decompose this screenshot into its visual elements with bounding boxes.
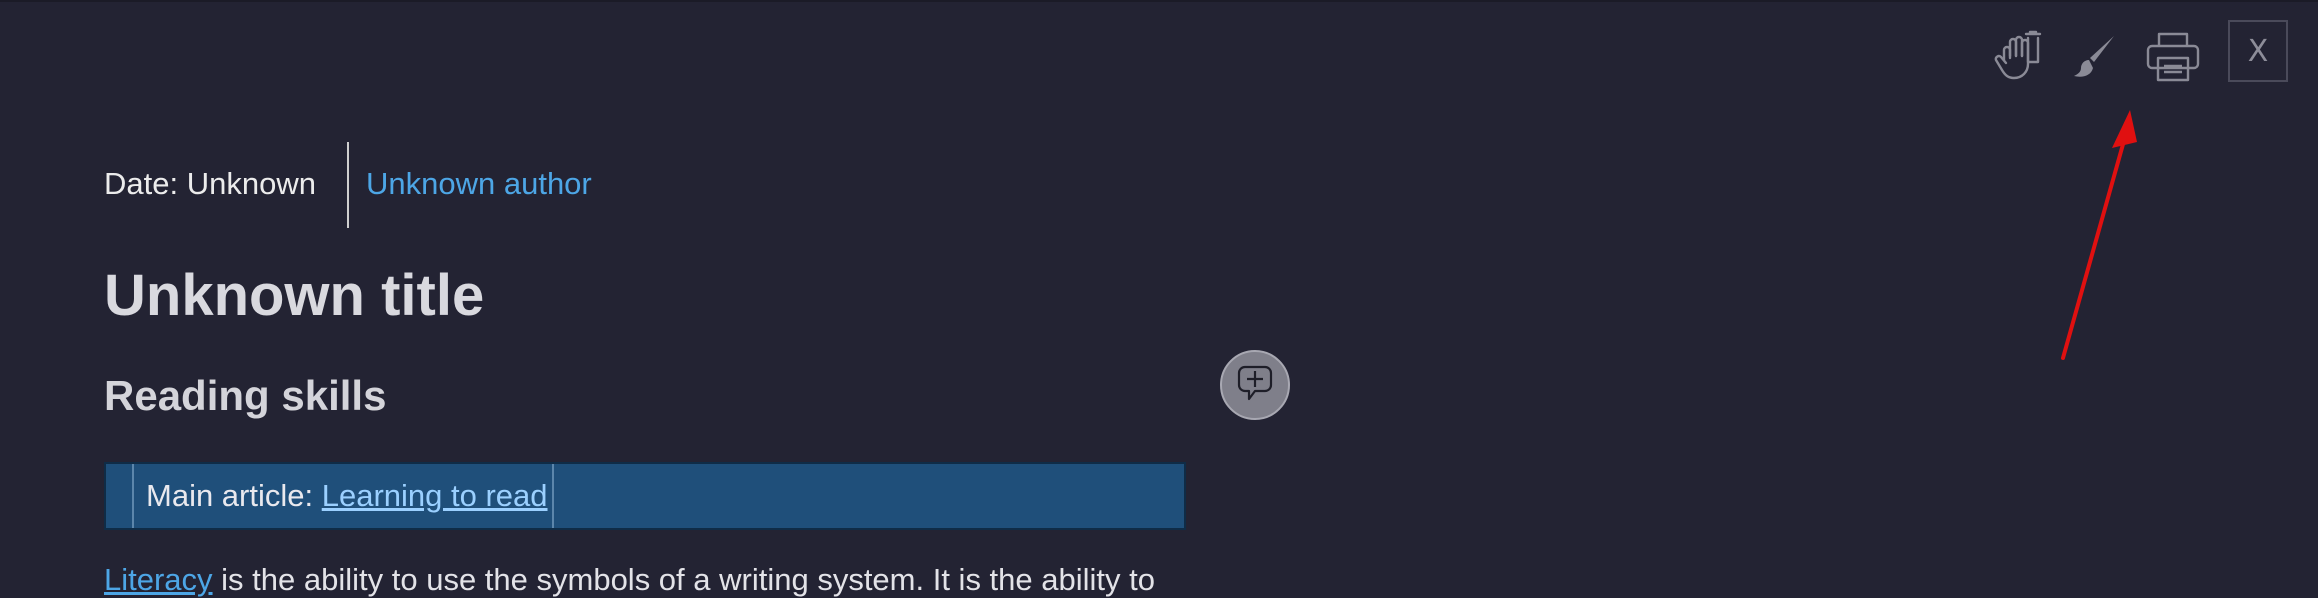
top-border (0, 0, 2318, 2)
hand-icon (1994, 30, 2042, 80)
learning-to-read-link[interactable]: Learning to read (322, 478, 548, 513)
close-button[interactable]: X (2228, 20, 2288, 82)
hatnote-box: Main article: Learning to read (134, 464, 554, 528)
literacy-link[interactable]: Literacy (104, 562, 213, 597)
add-comment-button[interactable] (1220, 350, 1290, 420)
byline-divider (347, 142, 349, 228)
arrow-head (2112, 110, 2137, 148)
print-button[interactable] (2144, 28, 2202, 86)
author-link[interactable]: Unknown author (366, 166, 592, 202)
printer-icon (2146, 32, 2200, 82)
section-heading: Reading skills (104, 372, 387, 419)
hatnote-prefix: Main article: (146, 478, 322, 513)
article-date: Date: Unknown (104, 166, 316, 201)
brush-tool-button[interactable] (2066, 28, 2124, 86)
arrow-shaft (2061, 128, 2129, 360)
reader-toolbar: X (1988, 20, 2318, 90)
main-article-hatnote: Main article: Learning to read (104, 462, 1186, 530)
page-title: Unknown title (104, 263, 485, 328)
body-paragraph-text: is the ability to use the symbols of a w… (212, 562, 1155, 597)
add-comment-icon (1237, 365, 1273, 401)
hatnote-text: Main article: Learning to read (146, 478, 548, 514)
body-paragraph: Literacy is the ability to use the symbo… (104, 562, 1155, 598)
hand-tool-button[interactable] (1988, 28, 2046, 86)
brush-icon (2074, 36, 2114, 77)
